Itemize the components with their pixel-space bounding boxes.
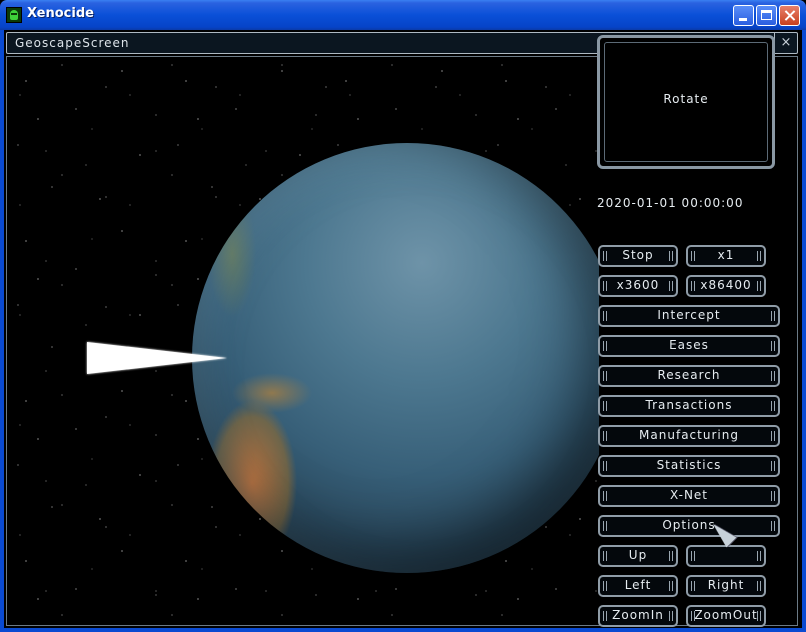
game-clock: 2020-01-01 00:00:00 — [597, 196, 744, 210]
maximize-button[interactable] — [756, 5, 777, 26]
globe-preview-panel[interactable]: Rotate — [597, 35, 775, 169]
speed-x86400-button[interactable]: x86400 — [686, 275, 766, 297]
location-marker — [87, 342, 227, 374]
statistics-button[interactable]: Statistics — [598, 455, 780, 477]
window-title-bar[interactable]: Xenocide — [0, 0, 806, 30]
close-window-button[interactable] — [779, 5, 800, 26]
window-frame-bottom — [0, 628, 806, 632]
zoom-out-button[interactable]: ZoomOut — [686, 605, 766, 627]
window-frame-right — [802, 30, 806, 632]
research-button[interactable]: Research — [598, 365, 780, 387]
stop-time-button[interactable]: Stop — [598, 245, 678, 267]
alien-icon — [6, 7, 22, 23]
manufacturing-button[interactable]: Manufacturing — [598, 425, 780, 447]
xnet-button[interactable]: X-Net — [598, 485, 780, 507]
options-button[interactable]: Options — [598, 515, 780, 537]
transactions-button[interactable]: Transactions — [598, 395, 780, 417]
camera-right-button[interactable]: Right — [686, 575, 766, 597]
speed-x1-button[interactable]: x1 — [686, 245, 766, 267]
bases-button[interactable]: Eases — [598, 335, 780, 357]
minimize-button[interactable] — [733, 5, 754, 26]
window-title: Xenocide — [27, 6, 94, 21]
earth-globe[interactable] — [192, 143, 599, 573]
geoscape-view[interactable] — [9, 58, 599, 624]
speed-x3600-button[interactable]: x3600 — [598, 275, 678, 297]
camera-left-button[interactable]: Left — [598, 575, 678, 597]
rotate-label: Rotate — [663, 92, 709, 106]
screen-close-button[interactable]: × — [774, 32, 797, 54]
intercept-button[interactable]: Intercept — [598, 305, 780, 327]
camera-down-button[interactable] — [686, 545, 766, 567]
camera-up-button[interactable]: Up — [598, 545, 678, 567]
zoom-in-button[interactable]: ZoomIn — [598, 605, 678, 627]
screen-title: GeoscapeScreen — [15, 36, 130, 50]
